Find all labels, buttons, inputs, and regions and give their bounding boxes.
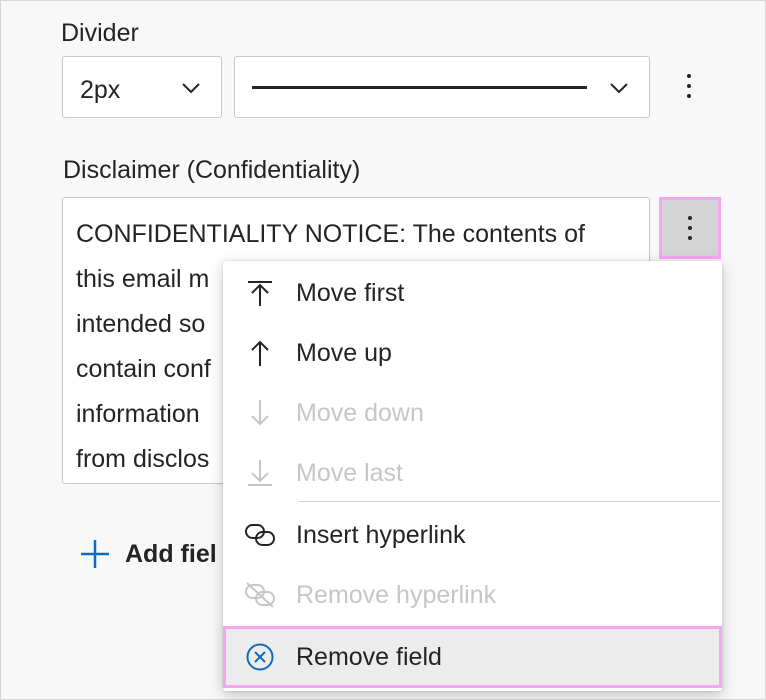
field-context-menu: Move first Move up Move down Move last I… [223,261,722,691]
divider-style-select[interactable] [234,56,650,118]
menu-item-move-first[interactable]: Move first [223,263,722,323]
add-field-button[interactable]: Add fiel [79,534,217,574]
divider-size-value: 2px [80,76,121,104]
menu-item-label: Insert hyperlink [296,520,466,549]
arrow-to-top-icon [243,278,277,308]
menu-item-label: Remove hyperlink [296,580,497,609]
divider-label: Divider [61,19,139,47]
chevron-down-icon [182,83,200,94]
menu-item-label: Move first [296,278,405,307]
arrow-to-bottom-icon [243,458,277,488]
menu-item-remove-hyperlink[interactable]: Remove hyperlink [223,565,722,625]
line-style-preview [252,86,587,89]
link-remove-icon [243,580,277,610]
link-icon [243,520,277,550]
divider-size-select[interactable]: 2px [62,56,222,118]
menu-item-insert-hyperlink[interactable]: Insert hyperlink [223,505,722,565]
menu-item-move-up[interactable]: Move up [223,323,722,383]
add-field-label: Add fiel [125,539,217,568]
more-vertical-icon [688,216,692,240]
arrow-down-icon [243,398,277,428]
add-icon [81,540,109,568]
menu-item-move-last[interactable]: Move last [223,443,722,503]
menu-divider [299,501,720,502]
settings-panel: Divider 2px Disclaimer (Confidentiality)… [0,0,766,700]
arrow-up-icon [243,338,277,368]
menu-item-remove-field[interactable]: Remove field [223,626,722,688]
menu-item-label: Remove field [296,642,442,671]
text-line: CONFIDENTIALITY NOTICE: The contents of [76,220,585,248]
more-vertical-icon [687,74,691,98]
dismiss-circle-icon [243,642,277,672]
chevron-down-icon [610,83,628,94]
disclaimer-label: Disclaimer (Confidentiality) [63,156,361,184]
menu-item-label: Move up [296,338,392,367]
divider-more-button[interactable] [659,56,719,116]
menu-item-move-down[interactable]: Move down [223,383,722,443]
disclaimer-more-button[interactable] [659,197,721,259]
menu-item-label: Move last [296,458,403,487]
menu-item-label: Move down [296,398,424,427]
